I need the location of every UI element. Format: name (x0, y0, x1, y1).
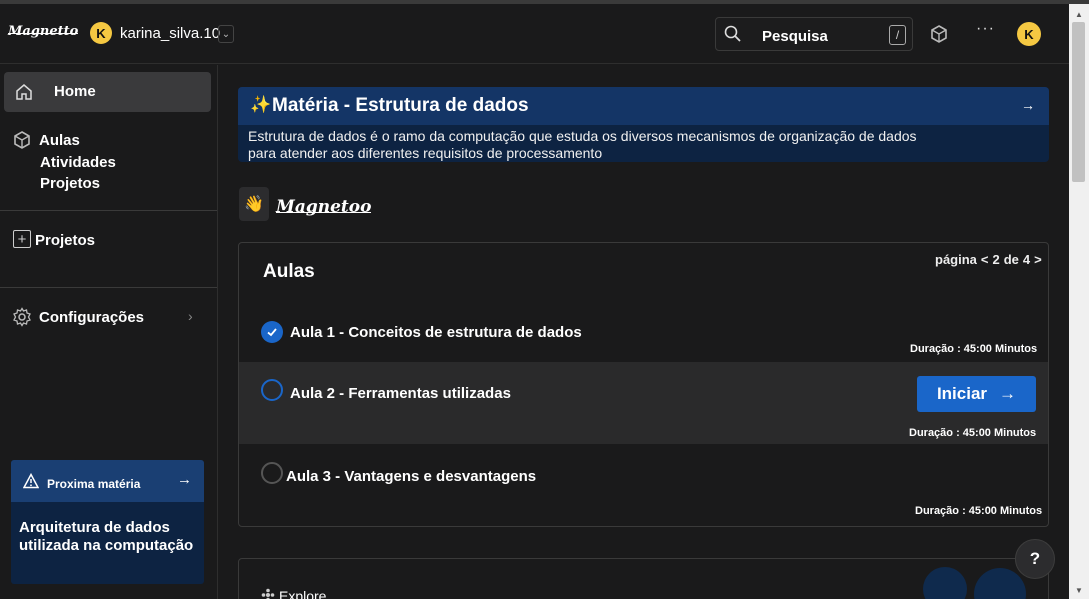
lesson-duration: Duração : 45:00 Minutos (915, 505, 1043, 517)
subject-description: Estrutura de dados é o ramo da computaçã… (248, 128, 917, 161)
empty-circle-icon[interactable] (261, 379, 283, 401)
profile-avatar[interactable]: K (1017, 22, 1041, 46)
username[interactable]: karina_silva.10 (120, 25, 220, 42)
next-subject-card[interactable]: Proxima matéria → Arquitetura de dados u… (11, 460, 204, 584)
sidebar-item-home[interactable]: Home (4, 72, 211, 112)
sidebar-item-projetos[interactable]: Projetos (35, 232, 95, 249)
explore-label: Explore (279, 588, 327, 599)
search-shortcut-key: / (889, 25, 906, 45)
lesson-duration: Duração : 45:00 Minutos (910, 343, 1038, 355)
page-scrollbar[interactable]: ▲ ▼ (1069, 4, 1089, 599)
sidebar-item-atividades[interactable]: Atividades (40, 154, 116, 171)
lesson-row[interactable]: Aula 3 - Vantagens e desvantagens Duraçã… (239, 445, 1048, 526)
search-input[interactable]: Pesquisa (762, 28, 828, 45)
arrow-right-icon: → (999, 384, 1017, 403)
search-icon (724, 25, 742, 48)
subject-banner-header: ✨ Matéria - Estrutura de dados → (238, 87, 1049, 125)
lessons-pager: página <2 de 4 > (933, 252, 1044, 267)
scroll-down-icon[interactable]: ▼ (1075, 586, 1083, 595)
warning-triangle-icon (22, 472, 40, 494)
plus-square-icon: + (13, 230, 31, 248)
pager-of: de (1003, 252, 1019, 267)
top-bar: Magnetto K karina_silva.10 ⌄ Pesquisa / … (0, 4, 1069, 64)
subject-banner[interactable]: ✨ Matéria - Estrutura de dados → Estrutu… (238, 87, 1049, 162)
lesson-row[interactable]: Aula 2 - Ferramentas utilizadas Iniciar … (239, 362, 1048, 444)
flower-icon (261, 588, 275, 599)
start-lesson-button[interactable]: Iniciar → (917, 376, 1036, 412)
lesson-title: Aula 2 - Ferramentas utilizadas (290, 385, 511, 402)
scroll-up-icon[interactable]: ▲ (1075, 10, 1083, 19)
lessons-title: Aulas (263, 261, 315, 282)
arrow-right-icon[interactable]: → (1021, 97, 1035, 113)
next-subject-header[interactable]: Proxima matéria → (11, 460, 204, 502)
lesson-duration: Duração : 45:00 Minutos (909, 427, 1037, 439)
search-box[interactable]: Pesquisa / (715, 17, 913, 51)
more-options-icon[interactable]: ··· (976, 20, 995, 38)
sidebar-item-aulas[interactable]: Aulas (39, 132, 80, 149)
sparkle-icon: ✨ (250, 95, 272, 114)
start-lesson-label: Iniciar (936, 384, 988, 403)
lesson-row[interactable]: Aula 1 - Conceitos de estrutura de dados… (239, 303, 1048, 361)
subject-title: Matéria - Estrutura de dados (272, 95, 529, 116)
sidebar-divider (0, 210, 217, 211)
cube-icon[interactable] (929, 24, 949, 49)
home-icon (14, 82, 34, 107)
explore-card[interactable]: Explore (238, 558, 1049, 599)
empty-circle-icon[interactable] (261, 462, 283, 484)
scrollbar-thumb[interactable] (1072, 22, 1085, 182)
arrow-right-icon[interactable]: → (177, 471, 192, 488)
cube-icon (12, 130, 32, 155)
sidebar-item-projetos-sub[interactable]: Projetos (40, 175, 100, 192)
lessons-card: Aulas página <2 de 4 > Aula 1 - Conceitos de… (238, 242, 1049, 527)
user-dropdown-button[interactable]: ⌄ (218, 25, 234, 43)
next-subject-title: Arquitetura de dados utilizada na comput… (19, 519, 194, 554)
lesson-title: Aula 3 - Vantagens e desvantagens (286, 468, 537, 485)
help-button[interactable]: ? (1015, 539, 1055, 579)
gear-icon (12, 307, 32, 332)
lesson-title: Aula 1 - Conceitos de estrutura de dados (290, 324, 582, 341)
chevron-right-icon[interactable]: › (188, 308, 193, 324)
app-logo[interactable]: Magnetto (8, 24, 79, 39)
pager-current: 2 (992, 252, 1000, 267)
check-circle-icon[interactable] (261, 321, 283, 343)
user-avatar[interactable]: K (90, 22, 112, 44)
pager-prefix: página (935, 252, 977, 267)
waving-hand-icon: 👋 (239, 187, 269, 221)
next-subject-label: Proxima matéria (47, 477, 141, 491)
pager-total: 4 (1022, 252, 1031, 267)
brand-logo: Magnetoo (276, 197, 372, 217)
sidebar-item-label: Home (54, 83, 96, 100)
pager-prev-button[interactable]: < (981, 252, 989, 267)
sidebar-divider (0, 287, 217, 288)
sidebar: Home Aulas Atividades Projetos + Projeto… (0, 65, 218, 599)
sidebar-item-configuracoes[interactable]: Configurações (39, 309, 144, 326)
pager-next-button[interactable]: > (1034, 252, 1042, 267)
